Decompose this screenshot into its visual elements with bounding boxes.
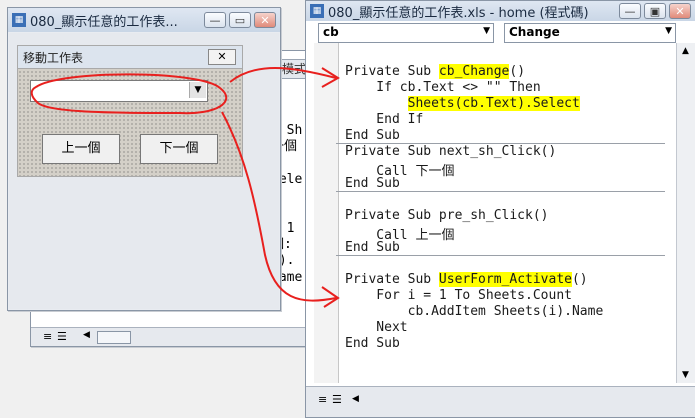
code-titlebar: ▦ 080_顯示任意的工作表.xls - home (程式碼) — ▣ ✕ bbox=[306, 1, 695, 21]
userform-caption: 移動工作表 bbox=[23, 51, 84, 65]
hscroll-thumb[interactable] bbox=[97, 331, 131, 344]
code-text: Private Sub bbox=[345, 272, 439, 287]
maximize-button[interactable]: ▭ bbox=[229, 12, 251, 28]
code-line[interactable]: End Sub bbox=[345, 240, 400, 255]
code-text: End Sub bbox=[345, 336, 400, 351]
procedure-separator bbox=[336, 255, 665, 256]
code-line[interactable]: Next bbox=[345, 320, 408, 335]
background-bottom-bar: ≡ ☰ ◀ bbox=[31, 327, 331, 346]
object-dropdown[interactable]: cb ▼ bbox=[318, 23, 494, 43]
highlighted-code: UserForm_Activate bbox=[438, 272, 572, 287]
code-line[interactable]: If cb.Text <> "" Then bbox=[345, 80, 541, 95]
sheet-combobox[interactable]: ▼ bbox=[30, 80, 208, 102]
chevron-down-icon[interactable]: ▼ bbox=[483, 26, 490, 36]
view-procedure-icon[interactable]: ≡ bbox=[43, 330, 52, 343]
code-text: Private Sub bbox=[345, 64, 439, 79]
code-line[interactable]: Private Sub next_sh_Click() bbox=[345, 144, 556, 159]
scroll-up-icon[interactable]: ▲ bbox=[682, 46, 689, 56]
procedure-dropdown[interactable]: Change ▼ bbox=[504, 23, 676, 43]
view-procedure-icon[interactable]: ≡ bbox=[318, 393, 327, 406]
designer-client: 移動工作表 ✕ ▼ 上一個 下一個 bbox=[9, 33, 279, 309]
code-line[interactable]: Private Sub cb_Change() bbox=[345, 64, 525, 79]
code-line[interactable]: End Sub bbox=[345, 176, 400, 191]
designer-window: ▦ 080_顯示任意的工作表... — ▭ ✕ 移動工作表 ✕ ▼ 上一個 下一… bbox=[7, 7, 281, 311]
code-window-title: 080_顯示任意的工作表.xls - home (程式碼) bbox=[328, 5, 589, 21]
prev-button[interactable]: 上一個 bbox=[42, 134, 120, 164]
restore-button[interactable]: ▣ bbox=[644, 3, 666, 19]
code-text: () bbox=[571, 272, 588, 287]
procedure-separator bbox=[336, 143, 665, 144]
code-window-icon: ▦ bbox=[310, 4, 324, 18]
code-line[interactable]: Sheets(cb.Text).Select bbox=[345, 96, 580, 111]
code-text: Private Sub pre_sh_Click() bbox=[345, 208, 549, 223]
code-text: If cb.Text <> "" Then bbox=[345, 80, 541, 95]
code-line[interactable]: End Sub bbox=[345, 336, 400, 351]
hscroll-left-icon[interactable]: ◀ bbox=[352, 394, 359, 404]
minimize-button[interactable]: — bbox=[204, 12, 226, 28]
designer-titlebar: ▦ 080_顯示任意的工作表... — ▭ ✕ bbox=[8, 8, 280, 32]
minimize-button[interactable]: — bbox=[619, 3, 641, 19]
designer-title: 080_顯示任意的工作表... bbox=[30, 14, 178, 30]
code-text: Next bbox=[345, 320, 408, 335]
next-button[interactable]: 下一個 bbox=[140, 134, 218, 164]
code-line[interactable]: cb.AddItem Sheets(i).Name bbox=[345, 304, 604, 319]
code-text: () bbox=[509, 64, 526, 79]
userform-caption-bar: 移動工作表 ✕ bbox=[18, 46, 242, 69]
code-margin bbox=[314, 43, 339, 383]
code-line[interactable]: Private Sub pre_sh_Click() bbox=[345, 208, 549, 223]
hscroll-left-icon[interactable]: ◀ bbox=[83, 330, 90, 340]
view-module-icon[interactable]: ☰ bbox=[57, 330, 67, 343]
code-text: cb.AddItem Sheets(i).Name bbox=[345, 304, 604, 319]
highlighted-code: Sheets(cb.Text).Select bbox=[407, 96, 580, 111]
code-text: End Sub bbox=[345, 176, 400, 191]
chevron-down-icon[interactable]: ▼ bbox=[189, 82, 206, 98]
code-text: For i = 1 To Sheets.Count bbox=[345, 288, 572, 303]
chevron-down-icon[interactable]: ▼ bbox=[665, 26, 672, 36]
vertical-scrollbar[interactable]: ▲ ▼ bbox=[676, 43, 695, 383]
view-module-icon[interactable]: ☰ bbox=[332, 393, 342, 406]
procedure-separator bbox=[336, 191, 665, 192]
close-button[interactable]: ✕ bbox=[254, 12, 276, 28]
code-line[interactable]: For i = 1 To Sheets.Count bbox=[345, 288, 572, 303]
code-line[interactable]: End Sub bbox=[345, 128, 400, 143]
userform[interactable]: 移動工作表 ✕ ▼ 上一個 下一個 bbox=[17, 45, 243, 177]
code-bottom-bar: ≡ ☰ ◀ bbox=[306, 386, 695, 417]
code-text: End Sub bbox=[345, 240, 400, 255]
code-line[interactable]: End If bbox=[345, 112, 423, 127]
code-text: Private Sub next_sh_Click() bbox=[345, 144, 557, 159]
userform-close-icon[interactable]: ✕ bbox=[208, 49, 236, 65]
code-line[interactable]: Private Sub UserForm_Activate() bbox=[345, 272, 588, 287]
close-button[interactable]: ✕ bbox=[669, 3, 691, 19]
highlighted-code: cb_Change bbox=[438, 64, 510, 79]
scroll-down-icon[interactable]: ▼ bbox=[682, 370, 689, 380]
code-text: End Sub bbox=[345, 128, 400, 143]
excel-vba-icon: ▦ bbox=[12, 13, 26, 27]
code-text: End If bbox=[345, 112, 424, 127]
